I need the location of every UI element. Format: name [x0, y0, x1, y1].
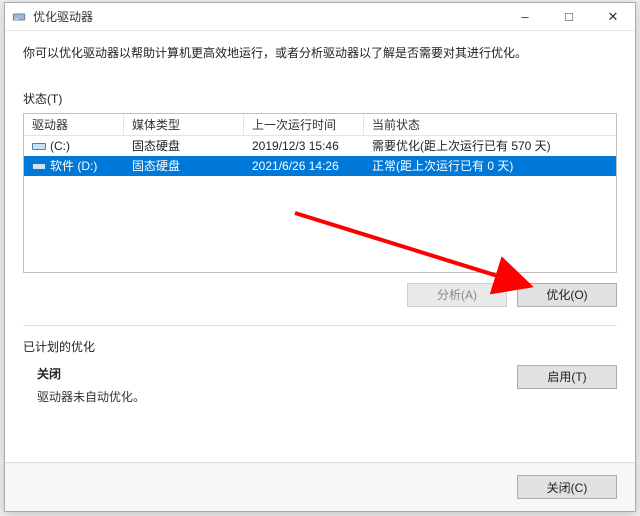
optimize-button[interactable]: 优化(O) — [517, 283, 617, 307]
col-drive[interactable]: 驱动器 — [24, 113, 124, 136]
drive-list[interactable]: 驱动器 媒体类型 上一次运行时间 当前状态 (C:) 固态硬盘2019/12/3 … — [23, 113, 617, 273]
drive-cell: 软件 (D:) — [24, 155, 124, 176]
footer: 关闭(C) — [5, 462, 635, 511]
list-header: 驱动器 媒体类型 上一次运行时间 当前状态 — [24, 114, 616, 136]
optimize-drives-window: 优化驱动器 – □ ✕ 你可以优化驱动器以帮助计算机更高效地运行，或者分析驱动器… — [4, 2, 636, 512]
description-text: 你可以优化驱动器以帮助计算机更高效地运行，或者分析驱动器以了解是否需要对其进行优… — [23, 45, 617, 62]
media-cell: 固态硬盘 — [124, 135, 244, 156]
table-row[interactable]: (C:) 固态硬盘2019/12/3 15:46需要优化(距上次运行已有 570 … — [24, 136, 616, 156]
enable-button[interactable]: 启用(T) — [517, 365, 617, 389]
window-title: 优化驱动器 — [33, 8, 503, 25]
content-area: 你可以优化驱动器以帮助计算机更高效地运行，或者分析驱动器以了解是否需要对其进行优… — [5, 31, 635, 462]
status-cell: 正常(距上次运行已有 0 天) — [364, 155, 616, 176]
drive-cell: (C:) — [24, 137, 124, 155]
lastrun-cell: 2019/12/3 15:46 — [244, 137, 364, 155]
status-cell: 需要优化(距上次运行已有 570 天) — [364, 135, 616, 156]
maximize-button[interactable]: □ — [547, 3, 591, 31]
schedule-status: 关闭 — [23, 365, 517, 382]
analyze-button[interactable]: 分析(A) — [407, 283, 507, 307]
schedule-text: 关闭 驱动器未自动优化。 — [23, 365, 517, 405]
lastrun-cell: 2021/6/26 14:26 — [244, 157, 364, 175]
minimize-button[interactable]: – — [503, 3, 547, 31]
drive-name: (C:) — [50, 139, 70, 153]
titlebar: 优化驱动器 – □ ✕ — [5, 3, 635, 31]
schedule-title: 已计划的优化 — [23, 338, 617, 355]
drive-name: 软件 (D:) — [50, 157, 97, 174]
action-buttons: 分析(A) 优化(O) — [23, 283, 617, 307]
col-media[interactable]: 媒体类型 — [124, 113, 244, 136]
schedule-row: 关闭 驱动器未自动优化。 启用(T) — [23, 365, 617, 405]
col-status[interactable]: 当前状态 — [364, 113, 616, 136]
schedule-sub: 驱动器未自动优化。 — [23, 388, 517, 405]
close-window-button[interactable]: ✕ — [591, 3, 635, 31]
close-button[interactable]: 关闭(C) — [517, 475, 617, 499]
table-row[interactable]: 软件 (D:) 固态硬盘2021/6/26 14:26正常(距上次运行已有 0 天… — [24, 156, 616, 176]
status-label: 状态(T) — [23, 90, 617, 107]
drive-icon — [32, 160, 46, 172]
app-icon — [11, 9, 27, 25]
media-cell: 固态硬盘 — [124, 155, 244, 176]
divider — [23, 325, 617, 326]
col-lastrun[interactable]: 上一次运行时间 — [244, 113, 364, 136]
drive-icon — [32, 140, 46, 152]
